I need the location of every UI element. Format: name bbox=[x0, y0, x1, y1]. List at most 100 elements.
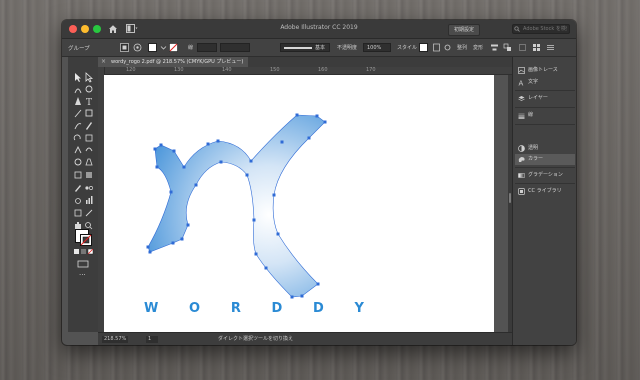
panel-menu-icon[interactable] bbox=[546, 43, 555, 52]
horizontal-ruler[interactable]: 120 130 140 150 160 170 bbox=[104, 67, 512, 75]
panel-stroke[interactable]: 線 bbox=[515, 110, 575, 121]
close-window-button[interactable] bbox=[69, 25, 77, 33]
opacity-value: 100% bbox=[367, 45, 382, 51]
panel-gradient[interactable]: グラデーション bbox=[515, 170, 575, 181]
panel-label: 画像トレース bbox=[528, 67, 558, 73]
panel-label: レイヤー bbox=[528, 95, 548, 101]
direct-selection-tool-icon bbox=[85, 72, 94, 83]
wordmark-letter: Y bbox=[354, 301, 364, 316]
artboard-number-field[interactable]: 1 bbox=[146, 336, 158, 343]
panel-label: 透明 bbox=[528, 145, 539, 151]
panel-label: CC ライブラリ bbox=[528, 188, 562, 194]
rectangle-tool-icon bbox=[85, 109, 93, 117]
draw-mode-icon[interactable] bbox=[77, 260, 89, 268]
scale-tool-icon bbox=[85, 134, 93, 142]
title-bar: Adobe Illustrator CC 2019 初期設定 bbox=[62, 20, 576, 39]
arrange-icon[interactable] bbox=[503, 43, 512, 52]
variable-width-profile-field[interactable] bbox=[220, 43, 250, 52]
perspective-grid-tool-icon bbox=[85, 158, 93, 166]
style-label: スタイル bbox=[397, 45, 418, 51]
panel-label: 文字 bbox=[528, 79, 539, 85]
ruler-tick-label: 140 bbox=[222, 67, 232, 73]
document-tab-bar: × wordy_rogo 2.pdf @ 218.57% (CMYK/GPU プ… bbox=[98, 57, 512, 67]
slice-tool-icon bbox=[85, 209, 93, 217]
eyedropper-tool-icon bbox=[75, 185, 81, 192]
wordmark-letter: O bbox=[189, 301, 201, 316]
ruler-tick-label: 130 bbox=[174, 67, 184, 73]
svg-text:A: A bbox=[519, 79, 524, 86]
panel-character[interactable]: A 文字 bbox=[515, 77, 575, 88]
workspace-preset-button[interactable]: 初期設定 bbox=[448, 24, 481, 36]
align-options-icon[interactable] bbox=[490, 43, 499, 52]
stroke-profile-label: 基本 bbox=[315, 45, 326, 51]
type-tool-icon: T bbox=[86, 98, 92, 108]
opacity-label[interactable]: 不透明度 bbox=[337, 44, 357, 51]
rotate-tool-icon bbox=[73, 134, 81, 141]
wordmark-letter: R bbox=[230, 301, 241, 316]
layers-icon bbox=[518, 96, 525, 101]
wordmark-letter: W bbox=[144, 301, 159, 316]
shape-builder-tool-icon bbox=[74, 158, 82, 166]
wordmark-letter: D bbox=[271, 301, 283, 316]
lasso-tool-icon bbox=[85, 85, 93, 93]
fill-color-swatch[interactable] bbox=[148, 43, 157, 52]
panel-label: カラー bbox=[528, 156, 544, 162]
ruler-tick-label: 170 bbox=[366, 67, 376, 73]
brush-icon bbox=[518, 113, 525, 119]
search-icon bbox=[514, 26, 520, 32]
app-title: Adobe Illustrator CC 2019 bbox=[280, 24, 358, 31]
chevron-down-icon[interactable] bbox=[159, 43, 168, 52]
logo-glyph-path bbox=[148, 115, 325, 297]
panel-transparency[interactable]: 透明 bbox=[515, 143, 575, 154]
document-setup-icon[interactable] bbox=[432, 43, 441, 52]
symbol-sprayer-tool-icon bbox=[75, 198, 81, 204]
panel-image-trace[interactable]: 画像トレース bbox=[515, 65, 575, 76]
paintbrush-tool-icon bbox=[74, 123, 82, 130]
ruler-tick-label: 120 bbox=[126, 67, 136, 73]
stroke-color-swatch[interactable] bbox=[169, 43, 178, 52]
transparency-icon bbox=[518, 145, 525, 152]
home-icon[interactable] bbox=[108, 24, 118, 34]
panel-label: 線 bbox=[528, 112, 534, 118]
transform-label[interactable]: 変形 bbox=[473, 44, 483, 51]
document-tab-title: wordy_rogo 2.pdf @ 218.57% (CMYK/GPU プレビ… bbox=[111, 59, 244, 65]
workspace-switcher-icon[interactable] bbox=[126, 24, 138, 33]
color-mode-icons[interactable] bbox=[74, 249, 94, 255]
maximize-window-button[interactable] bbox=[93, 25, 101, 33]
panel-color[interactable]: カラー bbox=[515, 154, 575, 165]
more-tools-icon[interactable]: ··· bbox=[79, 272, 86, 279]
recolor-icon[interactable] bbox=[133, 43, 142, 52]
close-tab-icon[interactable]: × bbox=[101, 58, 106, 66]
transform-icon[interactable] bbox=[518, 43, 527, 52]
graphic-style-swatch[interactable] bbox=[419, 43, 428, 52]
line-tool-icon bbox=[74, 109, 82, 118]
zoom-level-field[interactable]: 218.57% bbox=[102, 336, 128, 343]
stroke-profile-dropdown[interactable]: 基本 bbox=[280, 43, 330, 52]
grid-icon[interactable] bbox=[532, 43, 541, 52]
selection-type-label: グループ bbox=[68, 46, 90, 52]
selection-tool-icon bbox=[75, 73, 81, 82]
mesh-tool-icon bbox=[74, 171, 82, 179]
adobe-stock-search-input[interactable] bbox=[512, 24, 570, 34]
canvas-area[interactable]: W O R D D Y bbox=[104, 75, 508, 332]
isolate-group-icon[interactable] bbox=[120, 43, 129, 52]
opacity-field[interactable]: 100% bbox=[363, 43, 391, 52]
panel-layers[interactable]: レイヤー bbox=[515, 93, 575, 104]
type-icon: A bbox=[519, 79, 524, 86]
tools-panel: T ··· bbox=[68, 57, 99, 332]
stroke-swatch[interactable] bbox=[80, 234, 92, 246]
stroke-weight-field[interactable] bbox=[197, 43, 217, 52]
worddy-wordmark: W O R D D Y bbox=[144, 301, 364, 316]
artboard[interactable]: W O R D D Y bbox=[104, 75, 494, 332]
document-tab[interactable]: × wordy_rogo 2.pdf @ 218.57% (CMYK/GPU プ… bbox=[98, 57, 249, 67]
artboard-tool-icon bbox=[74, 209, 82, 217]
minimize-window-button[interactable] bbox=[81, 25, 89, 33]
preferences-icon[interactable] bbox=[443, 43, 452, 52]
stroke-weight-label: 線 bbox=[188, 45, 194, 51]
align-label[interactable]: 整列 bbox=[457, 44, 467, 51]
panel-cc-libraries[interactable]: CC ライブラリ bbox=[515, 186, 575, 197]
gradient-icon bbox=[518, 173, 525, 178]
scrollbar-thumb[interactable] bbox=[509, 193, 511, 203]
magic-wand-tool-icon bbox=[74, 88, 82, 94]
worddy-logo-mark[interactable] bbox=[104, 75, 494, 332]
